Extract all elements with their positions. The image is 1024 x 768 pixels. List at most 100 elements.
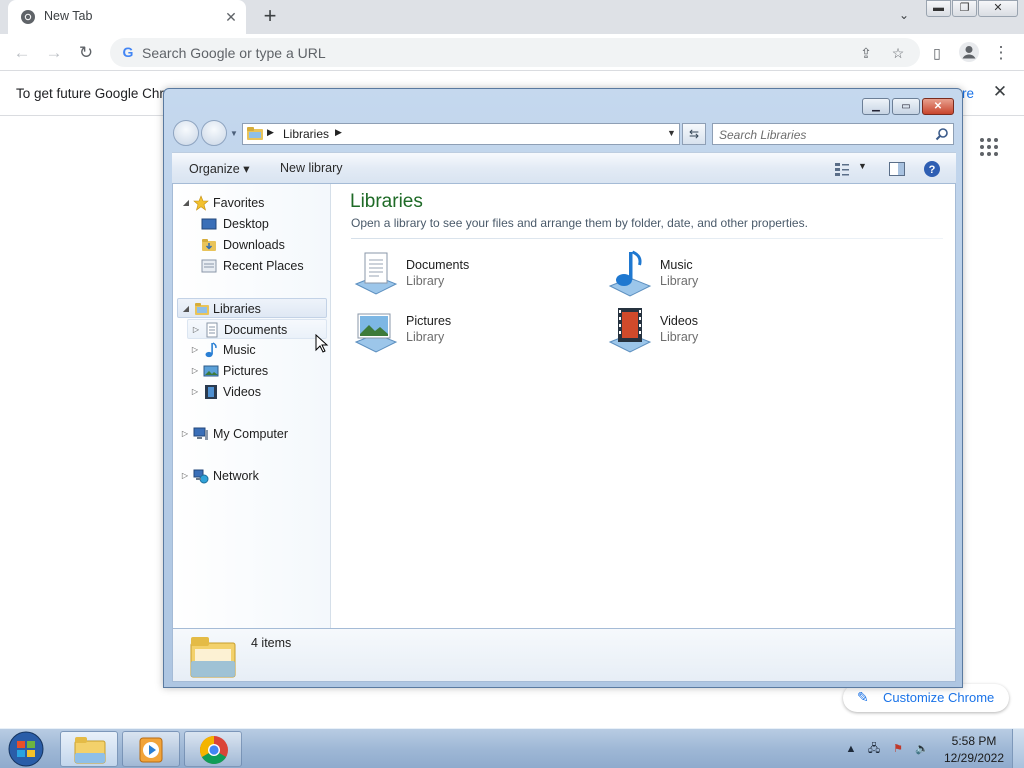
documents-icon (206, 322, 218, 338)
minimize-icon[interactable]: ▬ (926, 0, 951, 17)
tree-my-computer[interactable]: ▷ My Computer (177, 424, 327, 444)
show-hidden-icons-icon[interactable]: ▲ (843, 741, 859, 757)
tree-libraries[interactable]: ◢ Libraries (177, 298, 327, 318)
search-libraries-input[interactable] (719, 126, 929, 143)
preview-pane-icon[interactable] (888, 160, 906, 178)
collapsed-arrow-icon[interactable]: ▷ (180, 466, 190, 486)
library-tile-documents[interactable]: Documents Library (352, 250, 592, 298)
tree-favorites-label: Favorites (213, 196, 265, 210)
omnibox-input[interactable] (142, 42, 842, 63)
profile-avatar-icon[interactable] (958, 41, 980, 63)
side-panel-icon[interactable]: ▯ (926, 42, 948, 64)
refresh-icon[interactable]: ⇆ (682, 123, 706, 145)
navigation-pane: ◢ Favorites Desktop Downloads Recent Pla… (173, 184, 331, 628)
tree-music[interactable]: ▷ Music (187, 340, 327, 360)
back-arrow-icon[interactable]: ← (11, 42, 33, 64)
taskbar-windows-explorer-button[interactable] (60, 731, 118, 767)
plus-icon[interactable]: + (258, 5, 282, 29)
google-chrome-icon (200, 736, 228, 764)
customize-chrome-label: Customize Chrome (883, 690, 995, 705)
star-bookmark-icon[interactable]: ☆ (888, 43, 908, 63)
chrome-tab-new-tab[interactable]: New Tab ✕ (8, 0, 246, 34)
tree-downloads[interactable]: Downloads (193, 235, 321, 255)
network-tray-icon[interactable]: 🖧 (866, 741, 882, 757)
expanded-arrow-icon[interactable]: ◢ (181, 299, 191, 319)
change-view-icon[interactable] (833, 160, 851, 178)
tree-network[interactable]: ▷ Network (177, 466, 327, 486)
downloads-folder-icon (202, 239, 216, 251)
forward-button[interactable] (201, 120, 227, 146)
new-library-button[interactable]: New library (280, 161, 343, 175)
libraries-explorer-window[interactable]: ▁ ▭ ✕ ▼ ▶ Libraries ▶ ▼ ⇆ Organize ▾ New… (163, 88, 963, 688)
tree-music-label: Music (223, 343, 256, 357)
back-button[interactable] (173, 120, 199, 146)
collapsed-arrow-icon[interactable]: ▷ (190, 340, 200, 360)
infobar-close-icon[interactable]: ✕ (990, 82, 1010, 102)
tree-libraries-label: Libraries (213, 302, 261, 316)
address-bar[interactable]: ▶ Libraries ▶ ▼ (242, 123, 680, 145)
collapsed-arrow-icon[interactable]: ▷ (180, 424, 190, 444)
maximize-icon[interactable]: ▭ (892, 98, 920, 115)
item-count: 4 items (251, 636, 292, 650)
music-library-icon (608, 250, 652, 297)
clock-date[interactable]: 12/29/2022 (940, 751, 1008, 765)
close-icon[interactable]: ✕ (922, 98, 954, 115)
breadcrumb-libraries[interactable]: Libraries (283, 127, 329, 141)
google-apps-icon[interactable] (980, 138, 1000, 158)
tree-desktop-label: Desktop (223, 217, 269, 231)
chrome-toolbar: ← → ↻ G ⇪ ☆ ▯ ⋮ (0, 34, 1024, 71)
start-button-icon[interactable] (6, 730, 46, 768)
customize-chrome-button[interactable]: ✎ Customize Chrome (843, 684, 1009, 712)
command-bar: Organize ▾ New library ▼ ? (172, 152, 956, 184)
collapsed-arrow-icon[interactable]: ▷ (190, 382, 200, 402)
address-history-dropdown-icon[interactable]: ▼ (667, 128, 676, 138)
tree-recent-places[interactable]: Recent Places (193, 256, 321, 276)
divider (351, 238, 943, 239)
close-icon[interactable]: ✕ (222, 8, 240, 26)
organize-menu[interactable]: Organize ▾ (189, 161, 249, 176)
taskbar-media-player-button[interactable] (122, 731, 180, 767)
action-center-flag-icon[interactable]: ⚑ (890, 741, 906, 757)
tree-desktop[interactable]: Desktop (193, 214, 321, 234)
organize-label: Organize (189, 162, 240, 176)
taskbar-google-chrome-button[interactable] (184, 731, 242, 767)
close-window-icon[interactable]: ✕ (978, 0, 1018, 17)
tile-name: Documents (406, 258, 470, 272)
breadcrumb-separator-icon[interactable]: ▶ (335, 127, 342, 138)
view-options-dropdown-icon[interactable]: ▼ (858, 161, 867, 171)
videos-library-icon (608, 308, 652, 353)
reload-icon[interactable]: ↻ (75, 42, 97, 64)
clock-time[interactable]: 5:58 PM (946, 734, 1002, 748)
libraries-folder-icon (247, 127, 263, 140)
library-tile-videos[interactable]: Videos Library (606, 306, 846, 354)
share-icon[interactable]: ⇪ (856, 43, 876, 63)
restore-icon[interactable]: ❐ (952, 0, 977, 17)
help-icon[interactable]: ? (923, 160, 941, 178)
expanded-arrow-icon[interactable]: ◢ (181, 193, 191, 213)
omnibox[interactable]: G ⇪ ☆ (110, 38, 920, 67)
forward-arrow-icon[interactable]: → (43, 42, 65, 64)
recent-pages-dropdown-icon[interactable]: ▼ (230, 129, 238, 138)
tree-documents-label: Documents (224, 323, 288, 337)
collapsed-arrow-icon[interactable]: ▷ (191, 320, 201, 340)
infobar-link[interactable]: re (962, 86, 974, 101)
breadcrumb-separator-icon[interactable]: ▶ (267, 127, 274, 138)
infobar-message: To get future Google Chro (16, 86, 172, 101)
library-tile-music[interactable]: Music Library (606, 250, 846, 298)
collapsed-arrow-icon[interactable]: ▷ (190, 361, 200, 381)
search-icon (935, 128, 948, 141)
desktop-icon (201, 218, 217, 230)
minimize-icon[interactable]: ▁ (862, 98, 890, 115)
tree-favorites[interactable]: ◢ Favorites (181, 193, 321, 213)
volume-icon[interactable]: 🔈 (914, 741, 930, 757)
show-desktop-button[interactable] (1012, 729, 1024, 768)
library-tile-pictures[interactable]: Pictures Library (352, 306, 592, 354)
tree-videos[interactable]: ▷ Videos (187, 382, 327, 402)
tree-documents[interactable]: ▷ Documents (187, 319, 327, 339)
chevron-down-icon[interactable]: ⌄ (894, 8, 914, 26)
videos-film-icon (205, 385, 217, 399)
kebab-menu-icon[interactable]: ⋮ (990, 42, 1012, 64)
search-box[interactable] (712, 123, 954, 145)
tree-pictures[interactable]: ▷ Pictures (187, 361, 327, 381)
explorer-content-area: ◢ Favorites Desktop Downloads Recent Pla… (172, 184, 956, 628)
